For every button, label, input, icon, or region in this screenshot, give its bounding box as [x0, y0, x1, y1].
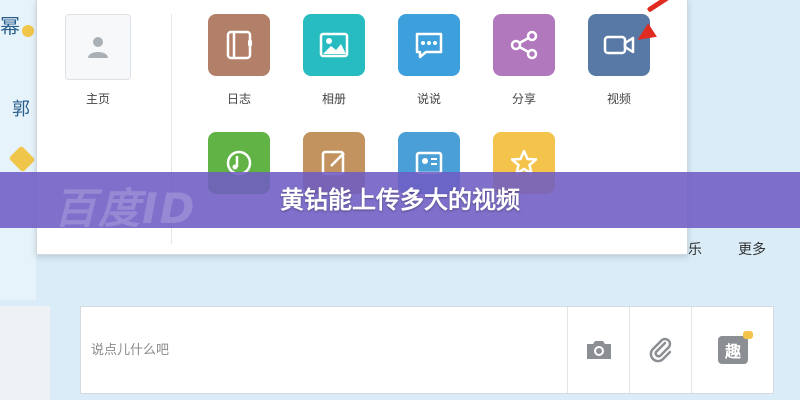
app-blog-label: 日志	[226, 92, 251, 106]
notebook-icon	[226, 30, 252, 60]
status-input[interactable]	[81, 307, 567, 393]
app-status-button[interactable]	[398, 14, 460, 76]
status-composer: 趣	[80, 306, 774, 394]
badge-dot	[743, 331, 753, 339]
fun-badge-icon: 趣	[718, 331, 753, 364]
app-album-label: 相册	[321, 92, 346, 106]
chat-bubble-icon	[415, 32, 443, 59]
more-link[interactable]: 更多	[738, 239, 766, 259]
home-label: 主页	[85, 92, 110, 106]
gold-badge-icon	[22, 25, 34, 37]
fun-badge-label: 趣	[724, 342, 741, 361]
camera-button[interactable]	[567, 307, 630, 393]
app-status-label: 说说	[416, 92, 441, 106]
attach-button[interactable]	[629, 307, 692, 393]
photo-icon	[319, 32, 349, 58]
video-camera-icon	[603, 35, 635, 55]
home-button[interactable]	[65, 14, 131, 80]
share-icon	[510, 30, 538, 60]
paperclip-icon	[649, 337, 672, 363]
app-share-label: 分享	[511, 92, 536, 106]
left-text-fragment-mid: 郭	[12, 99, 30, 120]
left-text-fragment-top: 幂	[0, 14, 20, 38]
app-album-button[interactable]	[303, 14, 365, 76]
banner-title: 黄钻能上传多大的视频	[280, 186, 520, 214]
app-video-label: 视频	[606, 92, 631, 106]
app-share-button[interactable]	[493, 14, 555, 76]
camera-icon	[587, 341, 611, 359]
nav-link-partial[interactable]: 乐	[688, 239, 702, 259]
composer-left-panel	[0, 306, 50, 400]
fun-button[interactable]: 趣	[691, 307, 774, 393]
app-blog-button[interactable]	[208, 14, 270, 76]
user-icon	[88, 37, 108, 58]
